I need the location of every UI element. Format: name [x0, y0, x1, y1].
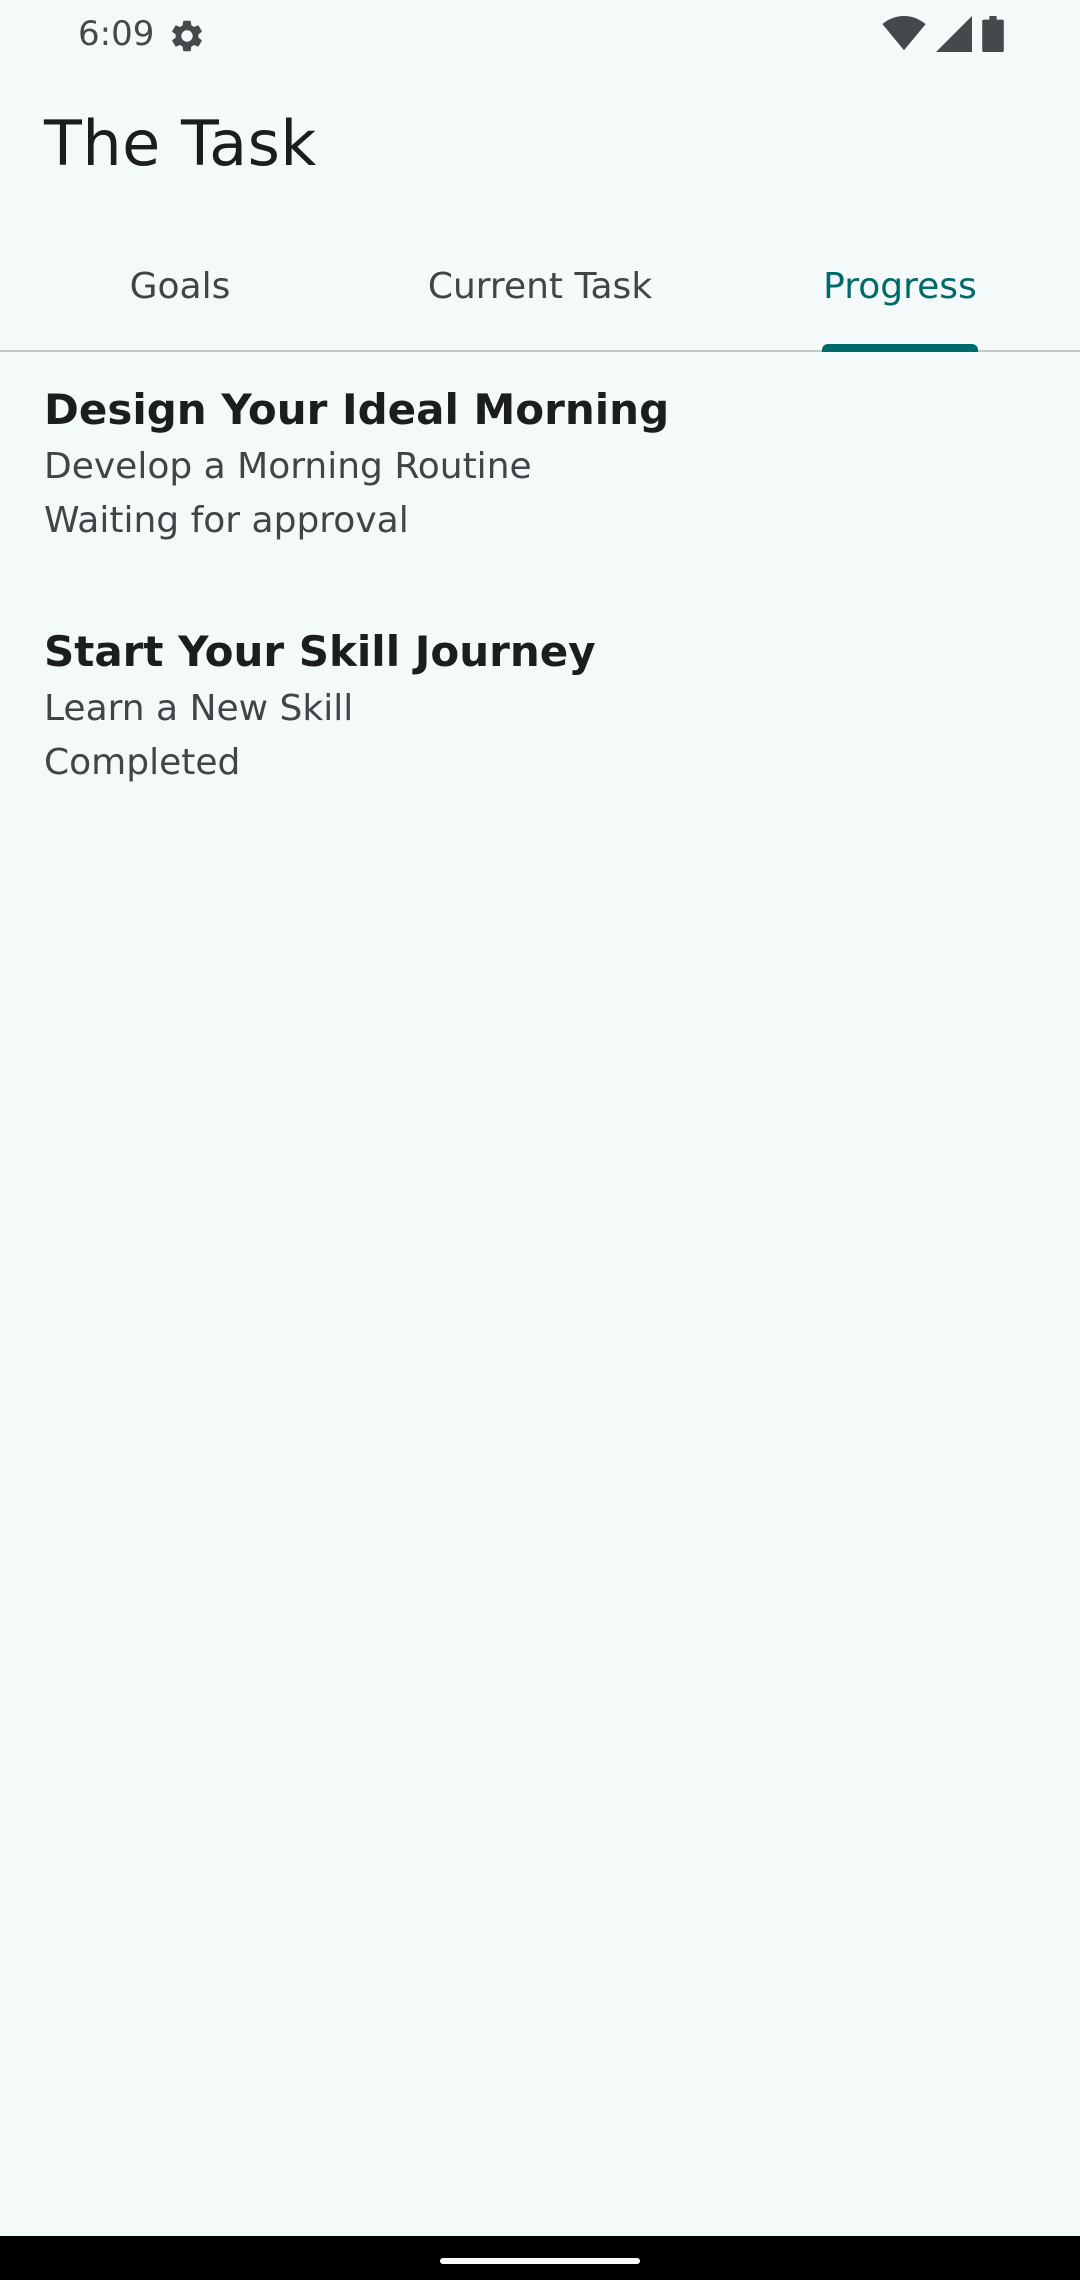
tab-goals-label: Goals: [129, 265, 231, 307]
cell-signal-icon: [936, 16, 972, 52]
settings-gear-icon: [172, 20, 202, 52]
battery-icon: [982, 16, 1004, 52]
progress-item[interactable]: Design Your Ideal Morning Develop a Morn…: [44, 380, 1034, 548]
progress-list: Design Your Ideal Morning Develop a Morn…: [44, 380, 1034, 864]
progress-item-task: Learn a New Skill: [44, 688, 354, 729]
tab-goals[interactable]: Goals: [0, 230, 360, 350]
active-tab-indicator: [822, 344, 978, 352]
tab-current-task-label: Current Task: [427, 265, 653, 307]
status-icons: [882, 16, 1004, 52]
status-time: 6:09: [78, 14, 155, 54]
tab-current-task[interactable]: Current Task: [360, 230, 720, 350]
status-bar: 6:09: [0, 0, 1080, 68]
tab-progress[interactable]: Progress: [720, 230, 1080, 352]
tab-bar: Goals Current Task Progress: [0, 230, 1080, 352]
progress-item-task: Develop a Morning Routine: [44, 446, 532, 487]
progress-item[interactable]: Start Your Skill Journey Learn a New Ski…: [44, 622, 1034, 790]
navigation-gesture-bar: [0, 2236, 1080, 2280]
progress-item-title: Start Your Skill Journey: [44, 627, 596, 676]
home-gesture-handle[interactable]: [440, 2258, 640, 2264]
progress-item-status: Waiting for approval: [44, 500, 409, 541]
wifi-icon: [882, 16, 926, 51]
progress-item-title: Design Your Ideal Morning: [44, 385, 670, 434]
app-title: The Task: [44, 107, 317, 180]
progress-item-status: Completed: [44, 742, 241, 783]
tab-progress-label: Progress: [823, 265, 977, 307]
